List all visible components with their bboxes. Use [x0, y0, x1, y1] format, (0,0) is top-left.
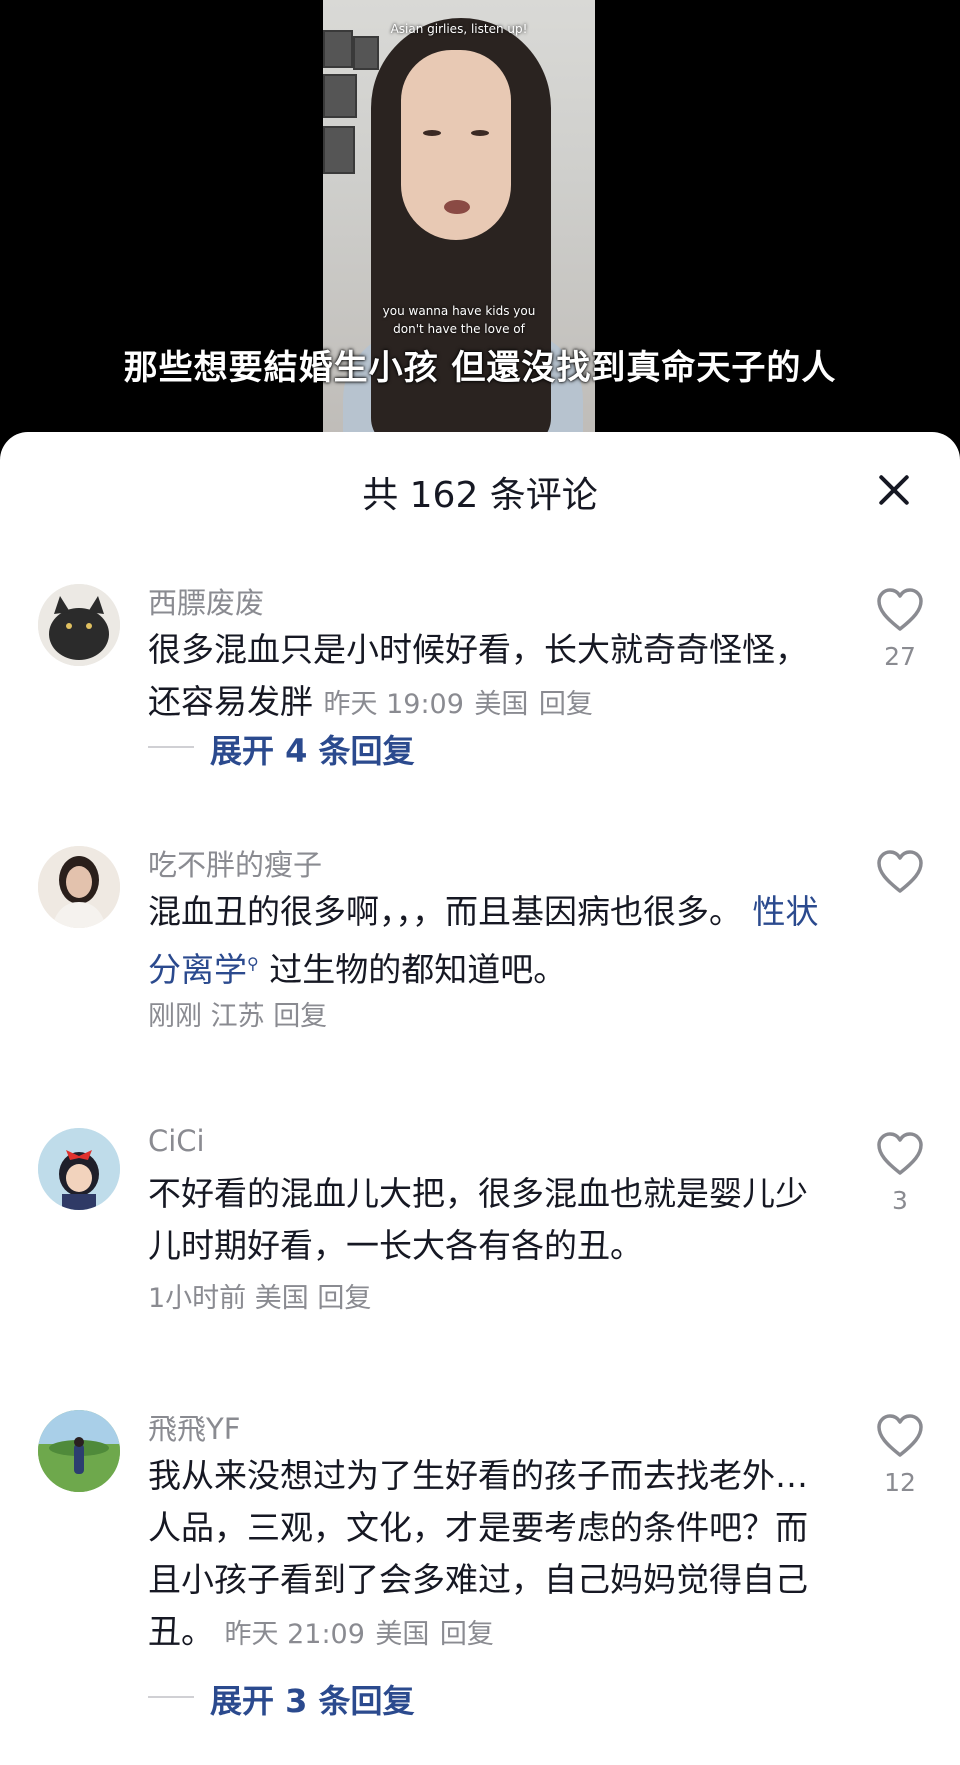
- comment-meta: 1小时前 美国 回复: [148, 1276, 371, 1315]
- woman-avatar-icon: [38, 846, 120, 928]
- avatar[interactable]: [38, 846, 120, 928]
- like-count: 12: [884, 1468, 916, 1497]
- avatar[interactable]: [38, 1128, 120, 1210]
- comment-text: 我从来没想过为了生好看的孩子而去找老外…人品，三观，文化，才是要考虑的条件吧？而…: [148, 1450, 828, 1661]
- search-icon: ⚲: [247, 954, 259, 973]
- anime-girl-avatar-icon: [38, 1128, 120, 1210]
- video-top-caption: Asian girlies, listen up!: [390, 22, 528, 36]
- comment-item: 吃不胖的瘦子 混血丑的很多啊，，，而且基因病也很多。 性状分离学⚲ 过生物的都知…: [0, 842, 960, 1052]
- comment-time: 刚刚: [148, 1001, 202, 1032]
- like-button[interactable]: [872, 850, 928, 904]
- comment-location: 美国: [254, 1283, 309, 1314]
- comment-item: CiCi 不好看的混血儿大把，很多混血也就是婴儿少儿时期好看，一长大各有各的丑。…: [0, 1124, 960, 1334]
- like-count: 3: [892, 1186, 908, 1215]
- heart-icon: [877, 850, 923, 893]
- sheet-header: 共 162 条评论: [0, 432, 960, 542]
- like-button[interactable]: 27: [872, 588, 928, 671]
- comment-text: 很多混血只是小时候好看，长大就奇奇怪怪，还容易发胖 昨天 19:09 美国 回复: [148, 624, 828, 731]
- comment-item: 飛飛YF 我从来没想过为了生好看的孩子而去找老外…人品，三观，文化，才是要考虑的…: [0, 1406, 960, 1746]
- comment-location: 江苏: [210, 1001, 265, 1032]
- comment-time: 1小时前: [148, 1283, 247, 1314]
- comment-body-cont: 过生物的都知道吧。: [269, 950, 567, 989]
- heart-icon: [877, 1132, 923, 1175]
- avatar[interactable]: [38, 584, 120, 666]
- expand-replies-button[interactable]: 展开 3 条回复: [210, 1676, 415, 1722]
- comment-time: 昨天 19:09: [323, 689, 464, 720]
- expand-replies-button[interactable]: 展开 4 条回复: [210, 726, 415, 772]
- comment-count-title: 共 162 条评论: [362, 475, 598, 516]
- comment-sheet: 共 162 条评论 西膘废废 很多混血只是小时候好看，长大就奇奇怪怪，还容易发胖…: [0, 432, 960, 1765]
- person-face: [401, 50, 511, 240]
- comment-username[interactable]: CiCi: [148, 1124, 205, 1158]
- video-subtitle: 那些想要結婚生小孩 但還沒找到真命天子的人: [123, 348, 837, 388]
- like-button[interactable]: 12: [872, 1414, 928, 1497]
- heart-icon: [877, 588, 923, 631]
- comment-item: 西膘废废 很多混血只是小时候好看，长大就奇奇怪怪，还容易发胖 昨天 19:09 …: [0, 580, 960, 800]
- expand-divider: [148, 746, 194, 748]
- comment-text: 不好看的混血儿大把，很多混血也就是婴儿少儿时期好看，一长大各有各的丑。: [148, 1174, 808, 1265]
- video-player[interactable]: Asian girlies, listen up! you wanna have…: [0, 0, 960, 440]
- like-button[interactable]: 3: [872, 1132, 928, 1215]
- video-english-caption: you wanna have kids you don't have the l…: [382, 304, 536, 336]
- reply-button[interactable]: 回复: [317, 1283, 371, 1314]
- comment-username[interactable]: 吃不胖的瘦子: [148, 842, 322, 884]
- comment-meta: 刚刚 江苏 回复: [148, 994, 327, 1033]
- comment-location: 美国: [375, 1619, 430, 1650]
- close-icon[interactable]: [872, 468, 916, 512]
- like-count: 27: [884, 642, 916, 671]
- reply-button[interactable]: 回复: [440, 1619, 494, 1650]
- comment-username[interactable]: 西膘废废: [148, 580, 264, 622]
- reply-button[interactable]: 回复: [273, 1001, 327, 1032]
- comment-text: 混血丑的很多啊，，，而且基因病也很多。 性状分离学⚲ 过生物的都知道吧。: [148, 886, 828, 996]
- comment-time: 昨天 21:09: [224, 1619, 365, 1650]
- comment-username[interactable]: 飛飛YF: [148, 1406, 240, 1448]
- reply-button[interactable]: 回复: [539, 689, 593, 720]
- comment-body: 混血丑的很多啊，，，而且基因病也很多。: [148, 892, 742, 931]
- avatar[interactable]: [38, 1410, 120, 1492]
- landscape-avatar-icon: [38, 1410, 120, 1492]
- expand-divider: [148, 1696, 194, 1698]
- heart-icon: [877, 1414, 923, 1457]
- cat-avatar-icon: [38, 584, 120, 666]
- comment-location: 美国: [474, 689, 529, 720]
